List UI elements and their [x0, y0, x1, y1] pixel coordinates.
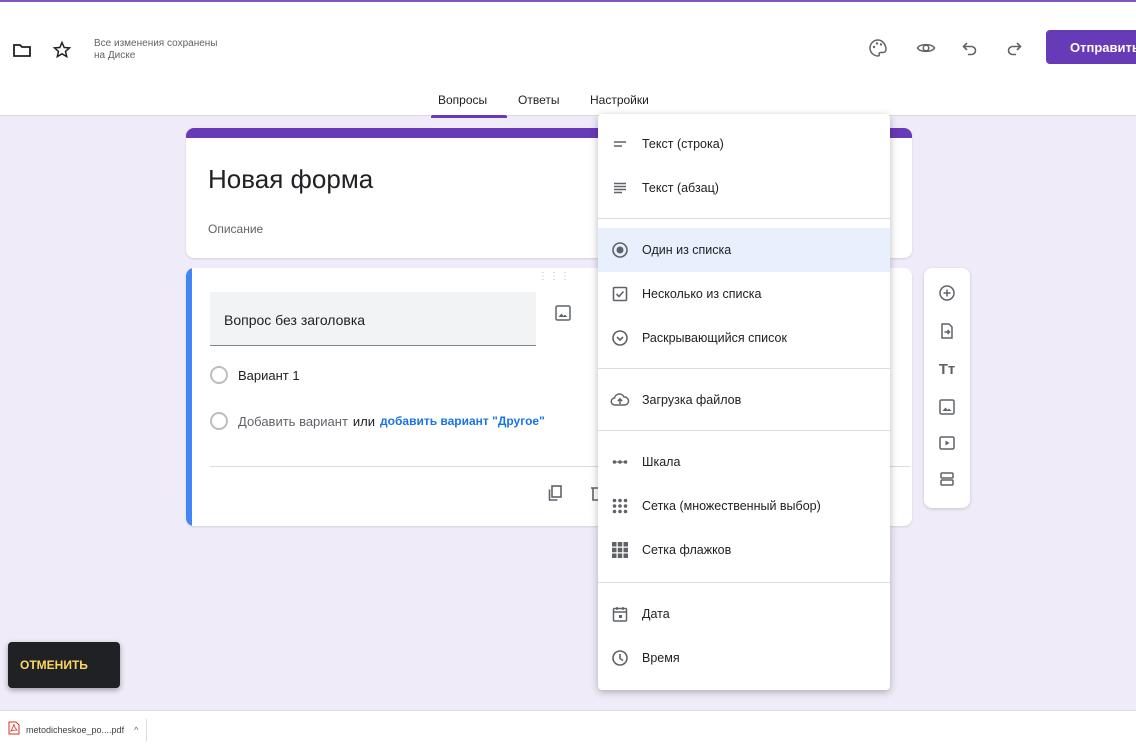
send-button[interactable]: Отправить [1046, 30, 1136, 64]
calendar-icon [610, 604, 630, 624]
menu-item-grid[interactable]: Сетка (множественный выбор) [598, 484, 890, 528]
menu-item-checkbox-grid[interactable]: Сетка флажков [598, 528, 890, 572]
undo-snackbar: ОТМЕНИТЬ [8, 642, 120, 688]
menu-item-label: Один из списка [642, 243, 732, 257]
menu-item-checkboxes[interactable]: Несколько из списка [598, 272, 890, 316]
add-option-row: Добавить вариант или добавить вариант "Д… [210, 412, 545, 430]
tab-questions[interactable]: Вопросы [438, 93, 487, 107]
menu-item-time[interactable]: Время [598, 636, 890, 680]
eye-icon[interactable] [914, 36, 938, 60]
menu-item-date[interactable]: Дата [598, 592, 890, 636]
menu-divider [598, 368, 890, 369]
tab-settings[interactable]: Настройки [590, 93, 649, 107]
side-toolbar: Tт [924, 268, 970, 508]
add-video-icon[interactable] [936, 432, 958, 454]
question-type-menu: Текст (строка) Текст (абзац) Один из спи… [598, 114, 890, 690]
menu-divider [598, 430, 890, 431]
download-bar: metodicheskoe_po....pdf ^ [0, 710, 1136, 746]
short-text-icon [610, 134, 630, 154]
radio-button-icon [610, 240, 630, 260]
add-question-icon[interactable] [936, 282, 958, 304]
download-item[interactable]: metodicheskoe_po....pdf ^ [8, 719, 148, 741]
grid-icon [610, 496, 630, 516]
checkbox-icon [610, 284, 630, 304]
menu-item-label: Текст (абзац) [642, 181, 719, 195]
cloud-upload-icon [610, 390, 630, 410]
menu-item-file-upload[interactable]: Загрузка файлов [598, 378, 890, 422]
undo-button[interactable]: ОТМЕНИТЬ [20, 658, 88, 672]
menu-item-label: Несколько из списка [642, 287, 762, 301]
menu-item-label: Загрузка файлов [642, 393, 742, 407]
drag-handle-icon[interactable]: ⋮⋮⋮ [538, 272, 571, 282]
menu-item-label: Дата [642, 607, 670, 621]
option-label[interactable]: Вариант 1 [238, 368, 300, 383]
radio-icon [210, 366, 228, 384]
menu-item-label: Сетка флажков [642, 543, 732, 557]
menu-divider [598, 218, 890, 219]
menu-item-linear-scale[interactable]: Шкала [598, 440, 890, 484]
save-status-line2: на Диске [94, 50, 136, 61]
tab-bar: Вопросы Ответы Настройки [0, 90, 1136, 118]
dropdown-icon [610, 328, 630, 348]
menu-item-label: Раскрывающийся список [642, 331, 787, 345]
palette-icon[interactable] [866, 36, 890, 60]
pdf-file-icon [8, 721, 20, 740]
download-filename: metodicheskoe_po....pdf [26, 725, 125, 735]
radio-icon [210, 412, 228, 430]
add-image-icon[interactable] [936, 396, 958, 418]
chevron-up-icon[interactable]: ^ [134, 725, 138, 735]
menu-item-label: Время [642, 651, 680, 665]
star-icon[interactable] [50, 38, 74, 62]
add-title-icon[interactable]: Tт [936, 358, 958, 380]
linear-scale-icon [610, 452, 630, 472]
undo-icon[interactable] [958, 36, 982, 60]
app-header: Все изменения сохранены на Диске Отправи… [0, 0, 1136, 118]
option-row[interactable]: Вариант 1 [210, 366, 300, 384]
menu-item-label: Шкала [642, 455, 681, 469]
menu-item-label: Текст (строка) [642, 137, 724, 151]
add-image-icon[interactable] [554, 304, 574, 324]
menu-item-dropdown[interactable]: Раскрывающийся список [598, 316, 890, 360]
paragraph-icon [610, 178, 630, 198]
active-tab-indicator [431, 115, 507, 118]
menu-item-multiple-choice[interactable]: Один из списка [598, 228, 890, 272]
menu-item-short-text[interactable]: Текст (строка) [598, 122, 890, 166]
form-description-field[interactable]: Описание [208, 222, 263, 236]
checkbox-grid-icon [610, 540, 630, 560]
tab-responses[interactable]: Ответы [518, 93, 559, 107]
clock-icon [610, 648, 630, 668]
menu-item-label: Сетка (множественный выбор) [642, 499, 821, 513]
add-other-link[interactable]: добавить вариант "Другое" [380, 414, 545, 428]
menu-item-paragraph[interactable]: Текст (абзац) [598, 166, 890, 210]
add-option-link[interactable]: Добавить вариант [238, 414, 348, 429]
or-label: или [352, 413, 376, 429]
question-title-field[interactable]: Вопрос без заголовка [210, 292, 536, 346]
save-status-line1: Все изменения сохранены [94, 38, 218, 49]
duplicate-icon[interactable] [546, 484, 566, 504]
delete-icon[interactable] [588, 484, 598, 504]
import-question-icon[interactable] [936, 320, 958, 342]
form-title[interactable]: Новая форма [208, 164, 373, 195]
save-status: Все изменения сохранены на Диске [94, 38, 217, 62]
menu-divider [598, 582, 890, 583]
add-section-icon[interactable] [936, 468, 958, 490]
redo-icon[interactable] [1002, 36, 1026, 60]
folder-icon[interactable] [10, 38, 34, 62]
